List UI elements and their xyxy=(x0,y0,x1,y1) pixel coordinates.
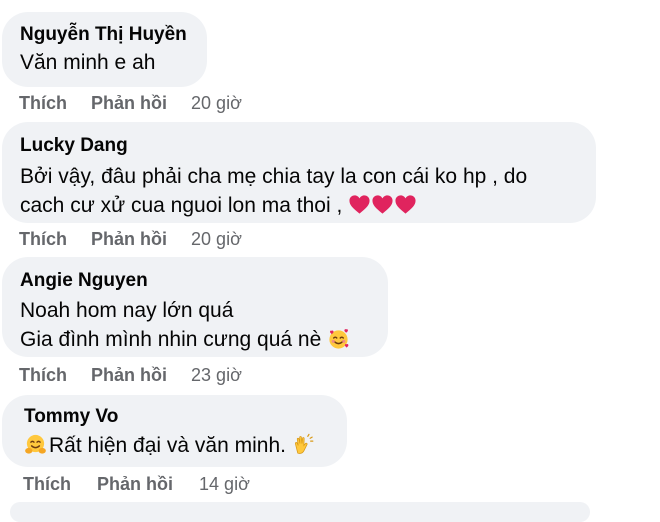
reply-button[interactable]: Phản hồi xyxy=(91,92,167,114)
comment-bubble: Tommy Vo Rất hiện đại và văn minh. xyxy=(2,395,347,467)
reply-button[interactable]: Phản hồi xyxy=(97,473,173,495)
comment-timestamp[interactable]: 14 giờ xyxy=(199,473,250,495)
comment-text-line-1: Rất hiện đại và văn minh. xyxy=(24,431,329,460)
comment-bubble-partial xyxy=(10,502,590,522)
like-button[interactable]: Thích xyxy=(23,473,71,495)
red-heart-icon xyxy=(371,193,394,216)
comment-author[interactable]: Nguyễn Thị Huyền xyxy=(20,22,189,48)
comment-actions: Thích Phản hồi 23 giờ xyxy=(19,364,242,386)
comment-text: Gia đình mình nhin cưng quá nè xyxy=(20,328,322,351)
comment-text: cach cư xử cua nguoi lon ma thoi , xyxy=(20,194,343,217)
comment-timestamp[interactable]: 20 giờ xyxy=(191,228,242,250)
like-button[interactable]: Thích xyxy=(19,92,67,114)
comment-text: Bởi vậy, đâu phải cha mẹ chia tay la con… xyxy=(20,165,528,188)
comment-author[interactable]: Lucky Dang xyxy=(20,133,578,159)
clapping-hands-icon xyxy=(292,433,315,456)
comment-actions: Thích Phản hồi 20 giờ xyxy=(19,92,242,114)
comment-text: Văn minh e ah xyxy=(20,51,156,74)
comment-text-line-2: cach cư xử cua nguoi lon ma thoi , xyxy=(20,191,578,220)
hugging-face-icon xyxy=(24,433,47,456)
comment-bubble: Angie Nguyen Noah hom nay lớn quá Gia đì… xyxy=(2,257,388,357)
comment-timestamp[interactable]: 23 giờ xyxy=(191,364,242,386)
comment-actions: Thích Phản hồi 14 giờ xyxy=(23,473,250,495)
comment-actions: Thích Phản hồi 20 giờ xyxy=(19,228,242,250)
smiling-face-with-hearts-icon xyxy=(327,327,350,350)
comment-timestamp[interactable]: 20 giờ xyxy=(191,92,242,114)
red-heart-icon xyxy=(394,193,417,216)
comment-bubble: Nguyễn Thị Huyền Văn minh e ah xyxy=(2,12,207,87)
comment-text: Noah hom nay lớn quá xyxy=(20,299,234,322)
like-button[interactable]: Thích xyxy=(19,364,67,386)
red-heart-icon xyxy=(348,193,371,216)
reply-button[interactable]: Phản hồi xyxy=(91,228,167,250)
comment-text-line-2: Gia đình mình nhin cưng quá nè xyxy=(20,325,370,354)
comment-text: Rất hiện đại và văn minh. xyxy=(49,434,286,457)
comment-bubble: Lucky Dang Bởi vậy, đâu phải cha mẹ chia… xyxy=(2,122,596,223)
reply-button[interactable]: Phản hồi xyxy=(91,364,167,386)
comment-author[interactable]: Tommy Vo xyxy=(24,404,329,430)
comment-author[interactable]: Angie Nguyen xyxy=(20,268,370,294)
like-button[interactable]: Thích xyxy=(19,228,67,250)
